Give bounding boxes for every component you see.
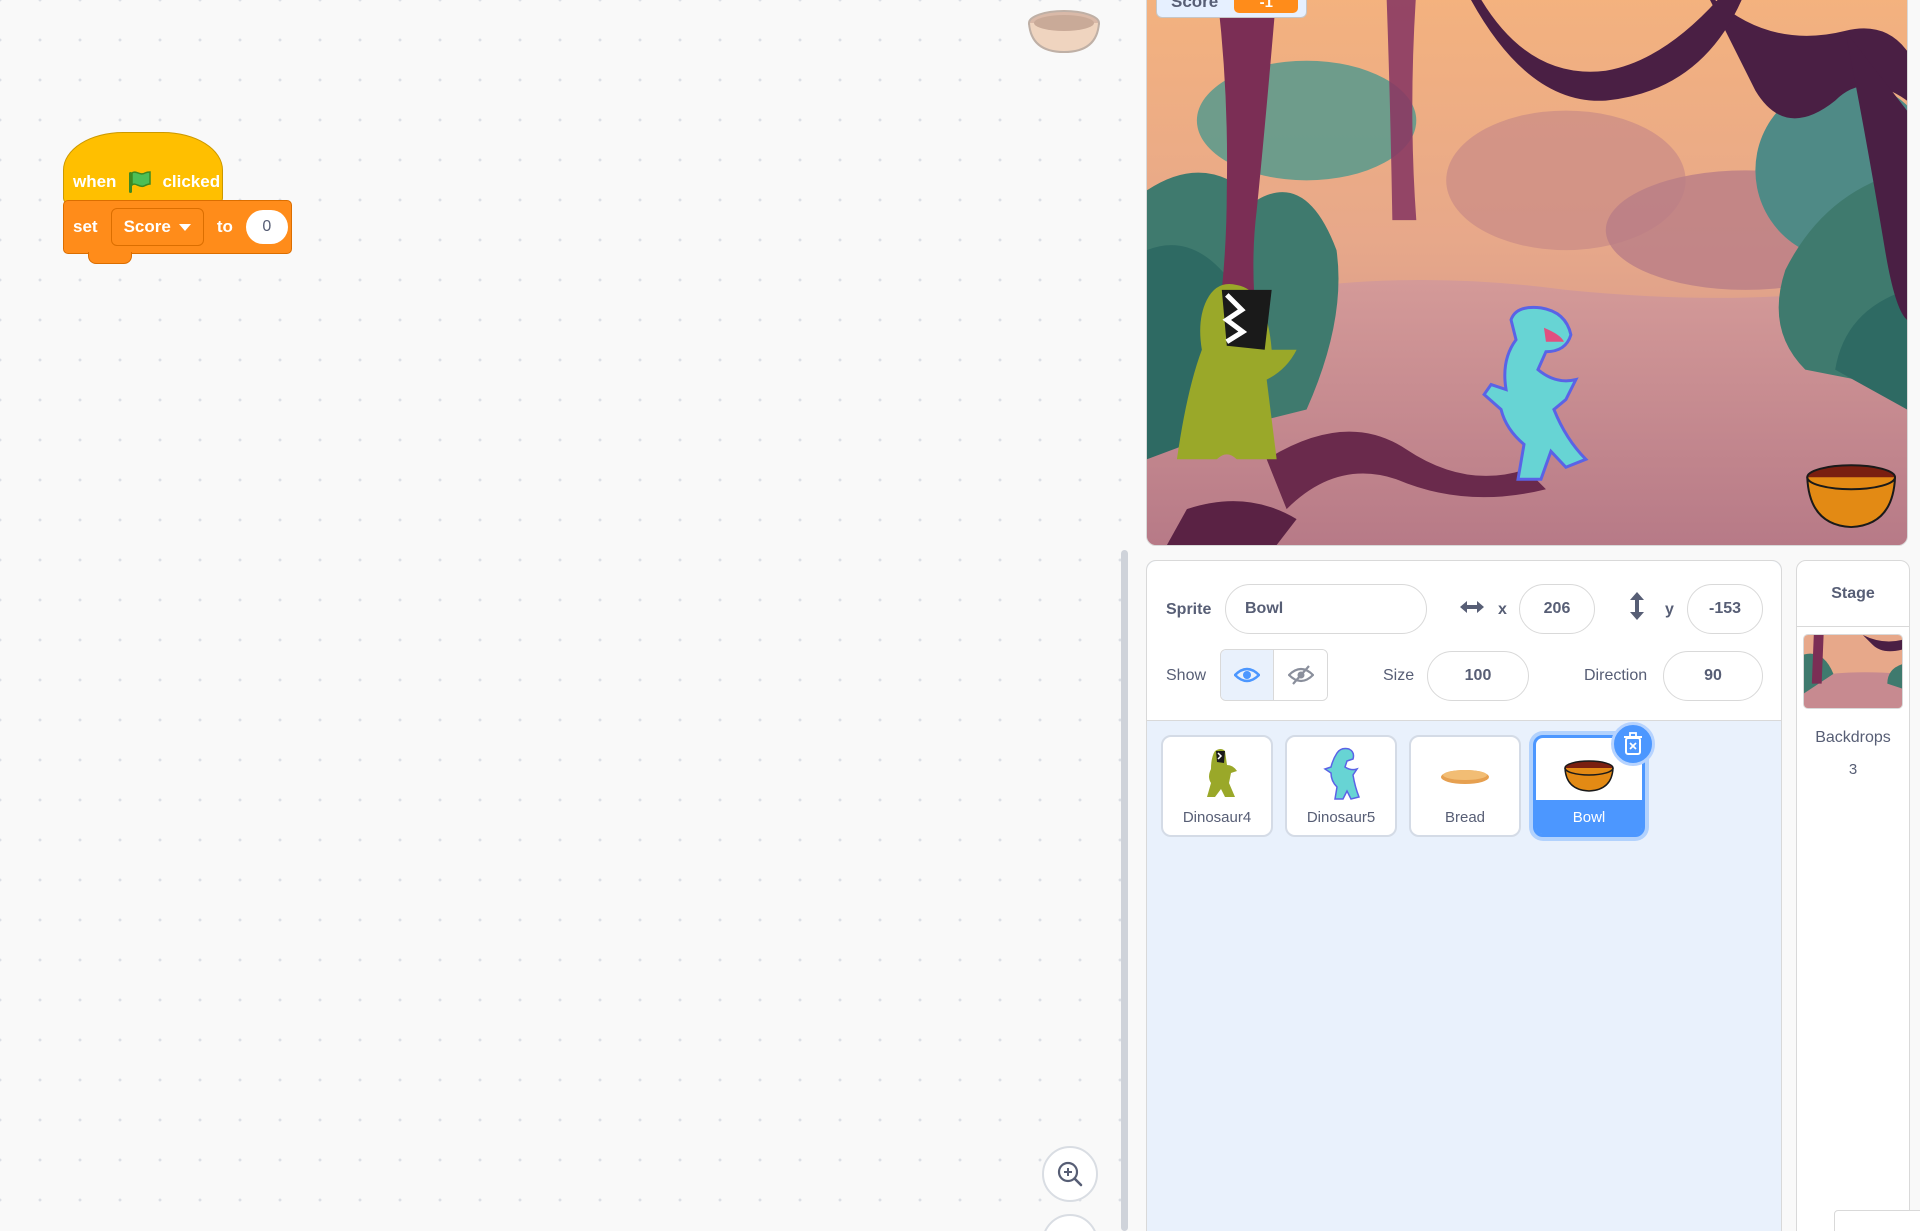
- dinosaur5-icon: [1323, 747, 1361, 800]
- sprite-tile-name: Dinosaur4: [1182, 809, 1252, 826]
- backdrops-label: Backdrops: [1815, 729, 1891, 746]
- trash-icon: [1624, 732, 1642, 755]
- size-input[interactable]: 100: [1427, 651, 1529, 701]
- sprite-tile-dinosaur4[interactable]: Dinosaur4: [1161, 735, 1273, 837]
- sprite-pane: Sprite Bowl x 206 y -153 Show Size 100 D…: [1146, 560, 1782, 1231]
- sprite-info-panel: Sprite Bowl x 206 y -153 Show Size 100 D…: [1147, 561, 1781, 721]
- corner-widget: [1834, 1210, 1920, 1231]
- set-value-input[interactable]: 0: [245, 210, 288, 244]
- y-label: y: [1665, 601, 1674, 618]
- stage-thumbnail[interactable]: [1803, 634, 1903, 709]
- sprite-label: Sprite: [1166, 601, 1212, 618]
- jungle-backdrop: [1147, 0, 1907, 545]
- backdrop-thumbnail-icon: [1804, 635, 1902, 708]
- zoom-in-icon: [1057, 1161, 1083, 1187]
- show-label: Show: [1166, 667, 1207, 684]
- monitor-label: Score: [1171, 0, 1219, 11]
- eye-hidden-icon: [1287, 665, 1314, 685]
- stage-selector-pane[interactable]: Stage Backdrops 3: [1796, 560, 1910, 1231]
- sprite-name-input[interactable]: Bowl: [1225, 584, 1427, 634]
- green-flag-icon: [129, 171, 152, 193]
- sprite-tile-name: Bowl: [1572, 808, 1606, 826]
- zoom-out-button[interactable]: [1042, 1214, 1098, 1231]
- dinosaur4-icon: [1207, 749, 1237, 797]
- sprite-tile-dinosaur5[interactable]: Dinosaur5: [1285, 735, 1397, 837]
- show-hidden-button[interactable]: [1274, 650, 1327, 700]
- horizontal-arrows-icon: [1460, 601, 1484, 613]
- when-label: when: [73, 172, 117, 191]
- show-toggle: [1220, 649, 1328, 701]
- clicked-label: clicked: [162, 172, 221, 191]
- stage-canvas[interactable]: [1146, 0, 1908, 546]
- show-visible-button[interactable]: [1221, 650, 1275, 700]
- variable-name: Score: [123, 217, 171, 236]
- workspace-scrollbar[interactable]: [1121, 550, 1128, 1231]
- variable-dropdown[interactable]: Score: [110, 208, 204, 246]
- sprite-tile-name: Dinosaur5: [1306, 809, 1376, 826]
- vertical-arrows-icon: [1630, 592, 1644, 620]
- sprite-tile-name: Bread: [1444, 809, 1486, 826]
- to-label: to: [216, 217, 233, 236]
- dropdown-caret-icon: [178, 223, 191, 231]
- zoom-in-button[interactable]: [1042, 1146, 1098, 1202]
- set-label: set: [73, 217, 98, 236]
- y-position-input[interactable]: -153: [1687, 584, 1763, 634]
- direction-label: Direction: [1584, 667, 1648, 684]
- size-label: Size: [1383, 667, 1415, 684]
- current-sprite-bowl-icon: [1028, 10, 1100, 54]
- bread-icon: [1441, 770, 1489, 784]
- score-variable-monitor[interactable]: Score -1: [1156, 0, 1308, 18]
- eye-icon: [1234, 667, 1260, 683]
- x-position-input[interactable]: 206: [1519, 584, 1595, 634]
- stage-header: Stage: [1797, 561, 1909, 627]
- monitor-value: -1: [1234, 0, 1299, 13]
- backdrops-count: 3: [1848, 761, 1858, 778]
- x-label: x: [1498, 601, 1507, 618]
- code-workspace[interactable]: when clicked set Score to 0: [0, 0, 1130, 1231]
- direction-input[interactable]: 90: [1663, 651, 1763, 701]
- delete-sprite-button[interactable]: [1611, 722, 1655, 766]
- selected-name-bar: Bowl: [1536, 800, 1642, 834]
- sprite-tile-bread[interactable]: Bread: [1409, 735, 1521, 837]
- set-variable-block[interactable]: set Score to 0: [63, 200, 292, 264]
- when-flag-clicked-block[interactable]: when clicked: [63, 132, 223, 204]
